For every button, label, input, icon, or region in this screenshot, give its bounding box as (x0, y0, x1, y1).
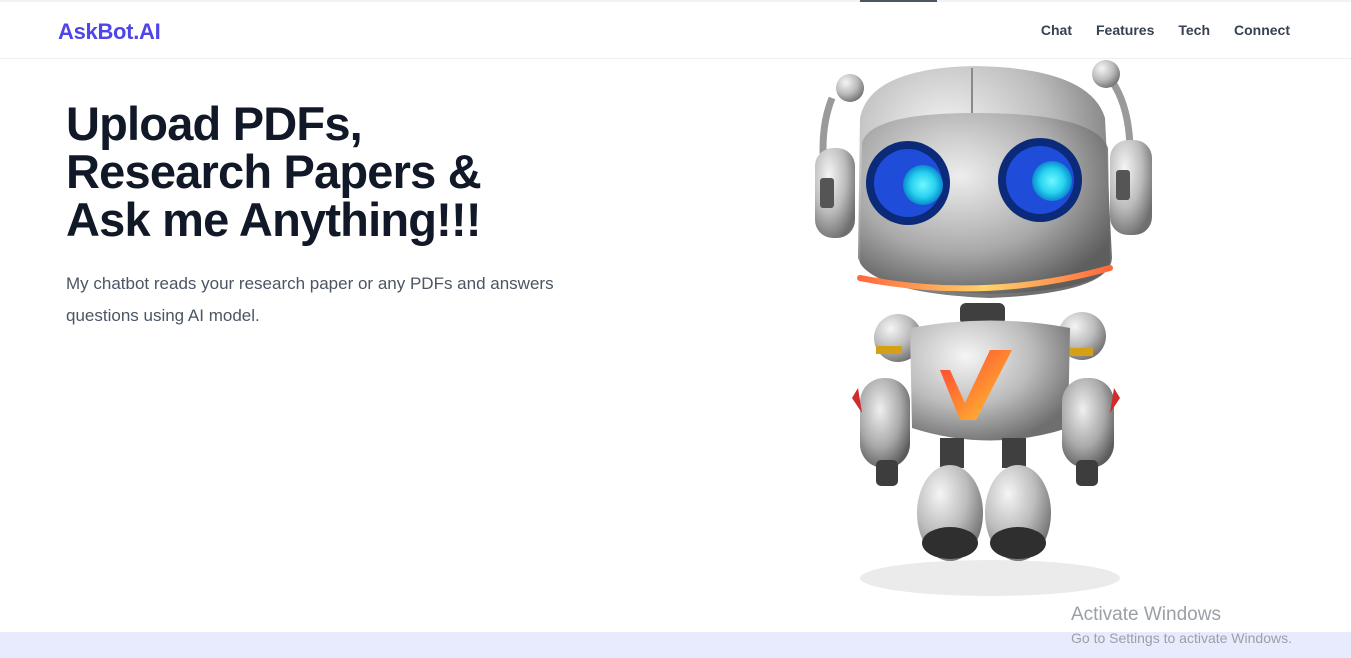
hero-subtitle: My chatbot reads your research paper or … (66, 274, 554, 325)
hero-title: Upload PDFs, Research Papers & Ask me An… (66, 100, 626, 244)
navbar: AskBot.AI Chat Features Tech Connect (0, 2, 1351, 59)
nav-link-features[interactable]: Features (1096, 22, 1154, 38)
nav-link-connect[interactable]: Connect (1234, 22, 1290, 38)
watermark-subtitle: Go to Settings to activate Windows. (1071, 630, 1292, 646)
nav-link-chat[interactable]: Chat (1041, 22, 1072, 38)
main-nav: Chat Features Tech Connect (1041, 22, 1290, 38)
robot-mascot-image (815, 60, 1152, 596)
brand-logo[interactable]: AskBot.AI (58, 19, 161, 45)
hero-title-line: Upload PDFs, (66, 97, 363, 150)
hero-title-line: Research Papers & (66, 145, 482, 198)
hero-title-line: Ask me Anything!!! (66, 193, 482, 246)
watermark-title: Activate Windows (1071, 604, 1221, 625)
nav-link-tech[interactable]: Tech (1178, 22, 1210, 38)
windows-activation-watermark: Activate Windows Go to Settings to activ… (1071, 603, 1292, 647)
